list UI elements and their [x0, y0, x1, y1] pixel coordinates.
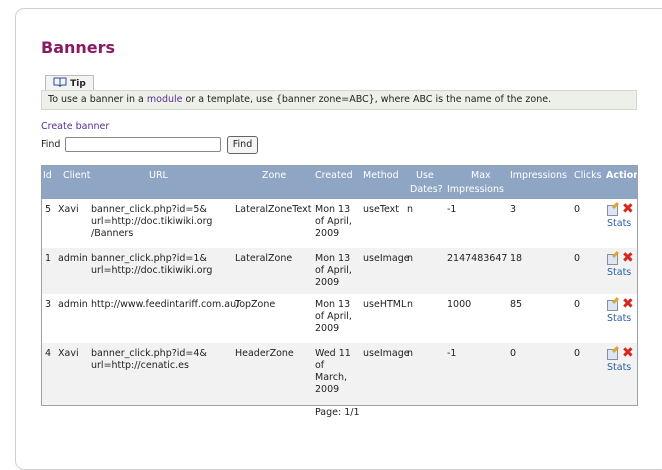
header-clicks[interactable]: Clicks — [574, 170, 602, 182]
edit-icon[interactable] — [607, 300, 618, 311]
find-label: Find — [41, 139, 61, 150]
row-url-line: /Banners — [91, 228, 134, 239]
row-clicks: 0 — [574, 299, 581, 310]
header-method[interactable]: Method — [363, 170, 399, 182]
row-created: Mon 13 — [315, 204, 351, 215]
row-created: 2009 — [315, 384, 340, 395]
row-method: useImage — [363, 348, 410, 359]
row-use-dates: n — [407, 253, 414, 264]
edit-icon[interactable] — [607, 254, 618, 265]
stats-link[interactable]: Stats — [607, 362, 631, 374]
find-button[interactable]: Find — [227, 136, 258, 154]
row-created: of April, — [315, 311, 352, 322]
row-created: of April, — [315, 265, 352, 276]
stats-link[interactable]: Stats — [607, 267, 631, 279]
row-url-line: http://www.feedintariff.com.au/ — [91, 299, 240, 310]
row-use-dates: n — [407, 348, 414, 359]
row-url-line: banner_click.php?id=4& — [91, 348, 207, 359]
row-use-dates: n — [407, 204, 414, 215]
row-created: Mon 13 — [315, 299, 351, 310]
row-created: 2009 — [315, 228, 340, 239]
header-action: Action — [606, 170, 638, 181]
book-icon — [53, 77, 67, 88]
row-created: of April, — [315, 216, 352, 227]
row-id: 4 — [45, 348, 52, 359]
row-clicks: 0 — [574, 348, 581, 359]
pagination: Page: 1/1 — [315, 407, 360, 418]
module-link[interactable]: module — [147, 94, 183, 105]
row-url-line: url=http://doc.tikiwiki.org — [91, 216, 213, 227]
header-max-impressions-1[interactable]: Max — [471, 170, 491, 182]
row-clicks: 0 — [574, 204, 581, 215]
row-zone: TopZone — [235, 299, 276, 310]
header-zone[interactable]: Zone — [262, 170, 286, 182]
header-url[interactable]: URL — [149, 170, 168, 182]
row-zone: LateralZoneText — [235, 204, 312, 215]
page-title: Banners — [41, 38, 116, 57]
row-url-line: banner_click.php?id=5& — [91, 204, 207, 215]
row-use-dates: n — [407, 299, 414, 310]
delete-icon[interactable]: ✖ — [622, 202, 635, 216]
row-max-impressions: -1 — [447, 348, 457, 359]
table-row: 5 Xavi banner_click.php?id=5& url=http:/… — [42, 199, 637, 248]
row-impressions: 85 — [510, 299, 523, 310]
delete-icon[interactable]: ✖ — [622, 346, 635, 360]
header-client[interactable]: Client — [63, 170, 91, 182]
row-client: admin — [58, 253, 88, 264]
row-created: 2009 — [315, 323, 340, 334]
header-use-dates-1[interactable]: Use — [416, 170, 434, 182]
row-zone: LateralZone — [235, 253, 293, 264]
delete-icon[interactable]: ✖ — [622, 297, 635, 311]
row-method: useText — [363, 204, 400, 215]
find-input[interactable] — [65, 137, 221, 152]
row-clicks: 0 — [574, 253, 581, 264]
row-created: Wed 11 — [315, 348, 351, 359]
table-row: 4 Xavi banner_click.php?id=4& url=http:/… — [42, 343, 637, 405]
edit-icon[interactable] — [607, 349, 618, 360]
row-created: 2009 — [315, 277, 340, 288]
create-banner-link[interactable]: Create banner — [41, 121, 109, 132]
row-created: of — [315, 360, 325, 371]
header-created[interactable]: Created — [315, 170, 353, 182]
row-client: Xavi — [58, 204, 79, 215]
row-impressions: 18 — [510, 253, 523, 264]
table-header: Id Client URL Zone Created Method Use Da… — [42, 166, 637, 199]
row-method: useHTML — [363, 299, 407, 310]
row-impressions: 0 — [510, 348, 517, 359]
row-max-impressions: -1 — [447, 204, 457, 215]
row-id: 1 — [45, 253, 52, 264]
row-created: March, — [315, 372, 347, 383]
row-client: admin — [58, 299, 88, 310]
tip-tab: Tip — [45, 75, 94, 90]
row-id: 3 — [45, 299, 52, 310]
tip-text-after: or a template, use {banner zone=ABC}, wh… — [182, 94, 552, 105]
row-max-impressions: 1000 — [447, 299, 472, 310]
delete-icon[interactable]: ✖ — [622, 251, 635, 265]
header-impressions[interactable]: Impressions — [510, 170, 567, 182]
table-row: 1 admin banner_click.php?id=1& url=http:… — [42, 248, 637, 294]
tip-box: To use a banner in a module or a templat… — [41, 90, 637, 110]
stats-link[interactable]: Stats — [607, 218, 631, 230]
row-impressions: 3 — [510, 204, 517, 215]
row-client: Xavi — [58, 348, 79, 359]
row-method: useImage — [363, 253, 410, 264]
banners-table: Id Client URL Zone Created Method Use Da… — [41, 165, 638, 406]
header-use-dates-2[interactable]: Dates? — [410, 184, 443, 196]
row-url-line: url=http://doc.tikiwiki.org — [91, 265, 213, 276]
row-max-impressions: 2147483647 — [447, 253, 508, 264]
row-url-line: banner_click.php?id=1& — [91, 253, 207, 264]
row-id: 5 — [45, 204, 52, 215]
stats-link[interactable]: Stats — [607, 313, 631, 325]
row-created: Mon 13 — [315, 253, 351, 264]
row-url-line: url=http://cenatic.es — [91, 360, 189, 371]
row-zone: HeaderZone — [235, 348, 294, 359]
header-max-impressions-2[interactable]: Impressions — [447, 184, 504, 196]
header-id[interactable]: Id — [43, 170, 52, 182]
tip-text-before: To use a banner in a — [48, 94, 147, 105]
edit-icon[interactable] — [607, 205, 618, 216]
tip-tab-label: Tip — [70, 79, 86, 89]
table-row: 3 admin http://www.feedintariff.com.au/ … — [42, 294, 637, 343]
